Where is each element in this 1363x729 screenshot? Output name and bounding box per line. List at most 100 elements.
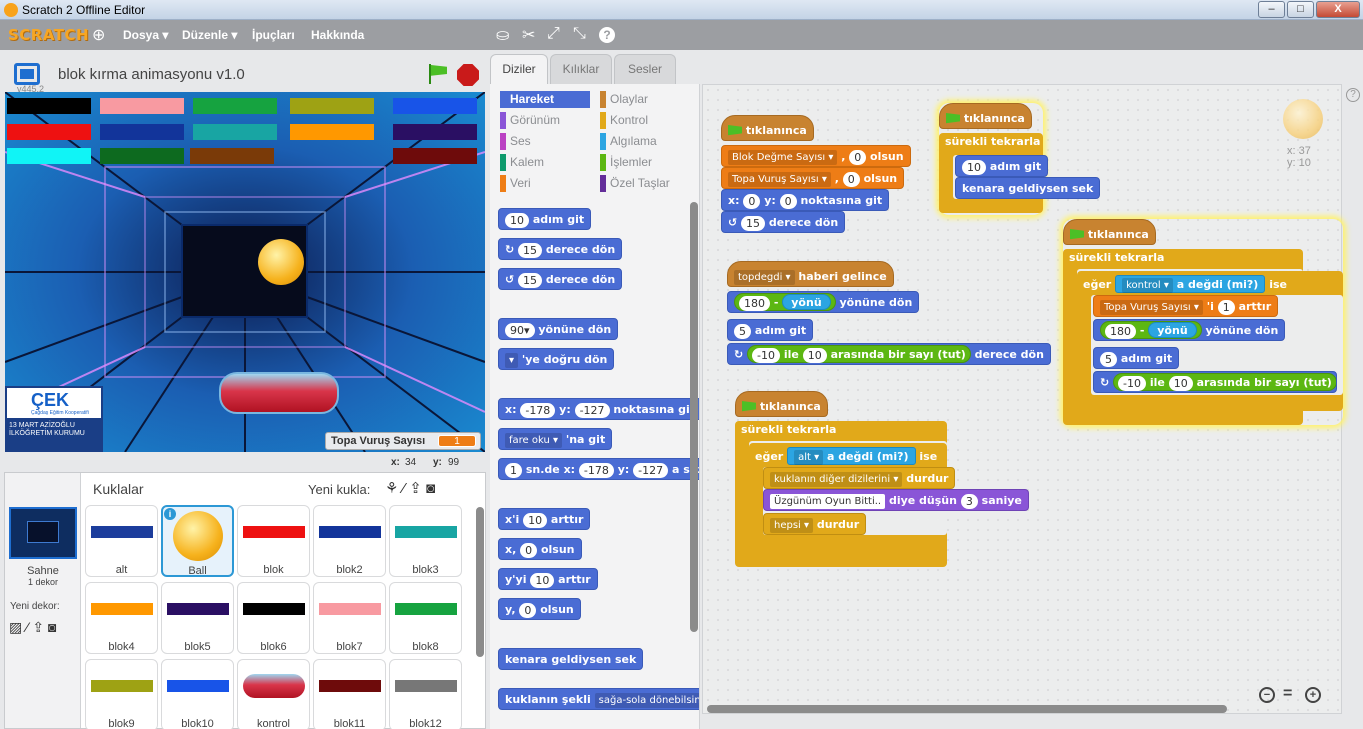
scratch-logo[interactable]: SCRATCH: [8, 26, 89, 44]
sprite-tile[interactable]: alt: [85, 505, 158, 577]
ball-sprite[interactable]: [258, 239, 304, 285]
menu-tips[interactable]: İpuçları: [252, 28, 295, 42]
block-bounce[interactable]: kenara geldiysen sek: [498, 648, 644, 670]
info-icon[interactable]: i: [164, 508, 176, 520]
paddle-sprite[interactable]: [219, 372, 339, 414]
sprite-tile[interactable]: blok11: [313, 659, 386, 729]
sprite-tile[interactable]: blok4: [85, 582, 158, 654]
tab-costumes[interactable]: Kılıklar: [550, 54, 612, 84]
menu-about[interactable]: Hakkında: [311, 28, 364, 42]
stop-icon[interactable]: [457, 64, 479, 86]
sprite-scrollbar[interactable]: [476, 507, 484, 657]
block-point-direction[interactable]: 180 - yönü yönüne dön: [727, 291, 920, 313]
project-title[interactable]: blok kırma animasyonu v1.0: [58, 66, 245, 83]
block-change-variable[interactable]: Topa Vuruş Sayısı ▾ 'i 1 arttır: [1093, 295, 1279, 317]
block-move[interactable]: 5 adım git: [727, 319, 814, 341]
category-looks[interactable]: Görünüm: [500, 112, 560, 129]
close-button[interactable]: X: [1316, 1, 1360, 18]
globe-icon[interactable]: ⊕: [92, 25, 105, 45]
block-goto[interactable]: fare oku ▾ 'na git: [498, 428, 613, 450]
category-operators[interactable]: İşlemler: [600, 154, 652, 171]
block-move[interactable]: 5 adım git: [1093, 347, 1180, 369]
category-motion[interactable]: Hareket: [500, 91, 590, 108]
block-move[interactable]: 10 adım git: [955, 155, 1049, 177]
category-control[interactable]: Kontrol: [600, 112, 648, 129]
fullscreen-icon[interactable]: [14, 63, 40, 85]
palette-scrollbar[interactable]: [690, 202, 698, 632]
sprite-tile[interactable]: Ball i: [161, 505, 234, 577]
zoom-reset-button[interactable]: =: [1283, 685, 1292, 703]
stage[interactable]: ÇEK Çağdaş Eğitim Kooperatifi 13 MART AZ…: [5, 92, 485, 452]
block-move[interactable]: 10 adım git: [498, 208, 592, 230]
category-data[interactable]: Veri: [500, 175, 531, 192]
scripts-scrollbar-h[interactable]: [707, 705, 1227, 713]
tab-sounds[interactable]: Sesler: [614, 54, 676, 84]
block-rotation-style[interactable]: kuklanın şekli sağa-sola dönebilsin: [498, 688, 699, 710]
block-change-x[interactable]: x'i 10 arttır: [498, 508, 591, 530]
category-sensing[interactable]: Algılama: [600, 133, 657, 150]
sprite-tile[interactable]: blok7: [313, 582, 386, 654]
zoom-out-button[interactable]: −: [1259, 687, 1275, 703]
zoom-in-button[interactable]: +: [1305, 687, 1321, 703]
sprite-tile[interactable]: kontrol: [237, 659, 310, 729]
block-stop[interactable]: kuklanın diğer dizilerini ▾ durdur: [763, 467, 956, 489]
scripts-area[interactable]: tıklanınca Blok Değme Sayısı ▾ , 0 olsun…: [702, 84, 1343, 714]
new-backdrop-icons[interactable]: ▨ ⁄ ⇪ ◙: [9, 619, 56, 636]
when-flag-clicked-hat[interactable]: tıklanınca: [1063, 219, 1156, 245]
sprite-tile[interactable]: blok8: [389, 582, 462, 654]
if-label: eğer kontrol ▾ a değdi (mi?) ise: [1083, 275, 1287, 293]
sprite-tile[interactable]: blok10: [161, 659, 234, 729]
when-flag-clicked-hat[interactable]: tıklanınca: [721, 115, 814, 141]
sprite-tile[interactable]: blok6: [237, 582, 310, 654]
block-turn-right[interactable]: ↻ 15 derece dön: [498, 238, 623, 260]
green-flag-icon[interactable]: [426, 64, 448, 84]
tab-scripts[interactable]: Diziler: [490, 54, 548, 85]
menu-edit[interactable]: Düzenle ▾: [182, 28, 237, 42]
help-icon[interactable]: ?: [1346, 88, 1360, 102]
block-goto-xy[interactable]: x: -178 y: -127 noktasına git: [498, 398, 699, 420]
category-sound[interactable]: Ses: [500, 133, 531, 150]
sprite-tile[interactable]: blok3: [389, 505, 462, 577]
minimize-button[interactable]: –: [1258, 1, 1285, 18]
block-point-direction[interactable]: 180 - yönü yönüne dön: [1093, 319, 1286, 341]
sprite-tile[interactable]: blok9: [85, 659, 158, 729]
variable-monitor[interactable]: Topa Vuruş Sayısı 1: [325, 432, 481, 450]
block-change-y[interactable]: y'yi 10 arttır: [498, 568, 598, 590]
block-point-towards[interactable]: ▾ 'ye doğru dön: [498, 348, 615, 370]
brick-teal: [193, 124, 277, 140]
block-stop[interactable]: hepsi ▾ durdur: [763, 513, 867, 535]
block-bounce[interactable]: kenara geldiysen sek: [955, 177, 1101, 199]
shrink-icon[interactable]: ⤡: [573, 25, 586, 43]
help-icon[interactable]: ?: [599, 27, 615, 43]
category-more-blocks[interactable]: Özel Taşlar: [600, 175, 670, 192]
block-glide[interactable]: 1 sn.de x: -178 y: -127 a süz: [498, 458, 699, 480]
sprite-tile[interactable]: blok5: [161, 582, 234, 654]
block-set-x[interactable]: x, 0 olsun: [498, 538, 582, 560]
block-set-variable[interactable]: Topa Vuruş Sayısı ▾ , 0 olsun: [721, 167, 905, 189]
delete-icon[interactable]: ✂: [522, 25, 535, 45]
category-pen[interactable]: Kalem: [500, 154, 544, 171]
sprite-tile[interactable]: blok2: [313, 505, 386, 577]
stage-thumbnail[interactable]: [9, 507, 77, 559]
sprite-name: blok2: [336, 564, 363, 576]
block-turn-random[interactable]: ↻ -10 ile 10 arasında bir sayı (tut): [1093, 371, 1337, 393]
new-sprite-icons[interactable]: ⚘ ⁄ ⇪ ◙: [385, 479, 435, 497]
block-think-for[interactable]: Üzgünüm Oyun Bitti.. diye düşün 3 saniye: [763, 489, 1029, 511]
block-goto-xy[interactable]: x: 0 y: 0 noktasına git: [721, 189, 890, 211]
sprite-tile[interactable]: blok12: [389, 659, 462, 729]
block-set-y[interactable]: y, 0 olsun: [498, 598, 581, 620]
block-turn-random[interactable]: ↻ -10 ile 10 arasında bir sayı (tut) der…: [727, 343, 1051, 365]
block-turn-left[interactable]: ↺ 15 derece dön: [721, 211, 846, 233]
category-events[interactable]: Olaylar: [600, 91, 648, 108]
grow-icon[interactable]: ⤢: [547, 25, 560, 43]
block-set-variable[interactable]: Blok Değme Sayısı ▾ , 0 olsun: [721, 145, 911, 167]
sprite-tile[interactable]: blok: [237, 505, 310, 577]
block-turn-left[interactable]: ↺ 15 derece dön: [498, 268, 623, 290]
menu-file[interactable]: Dosya ▾: [123, 28, 168, 42]
when-flag-clicked-hat[interactable]: tıklanınca: [939, 103, 1032, 129]
duplicate-icon[interactable]: ⛀: [496, 25, 509, 45]
block-point-direction[interactable]: 90▾ yönüne dön: [498, 318, 619, 340]
maximize-button[interactable]: □: [1287, 1, 1314, 18]
when-receive-hat[interactable]: topdegdi ▾ haberi gelince: [727, 261, 894, 287]
when-flag-clicked-hat[interactable]: tıklanınca: [735, 391, 828, 417]
